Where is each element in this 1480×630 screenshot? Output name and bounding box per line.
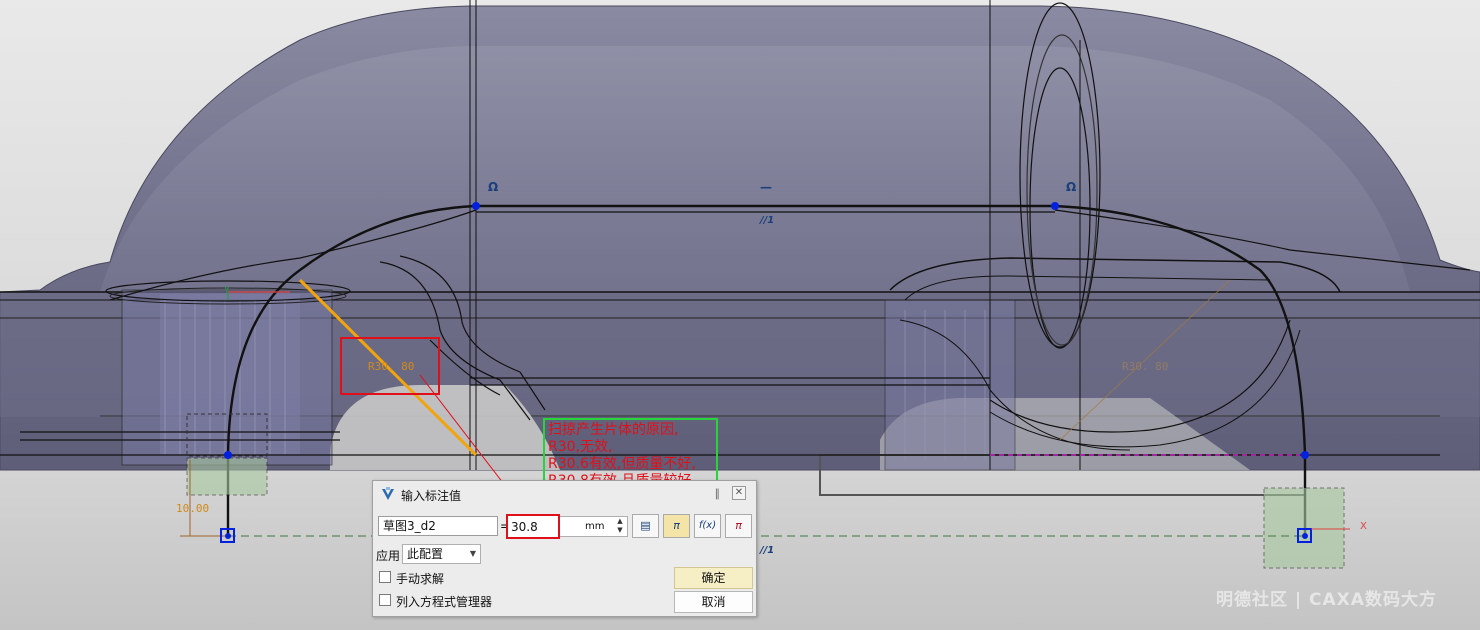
x-axis-label: X — [1360, 521, 1367, 532]
close-icon[interactable]: ✕ — [732, 486, 746, 500]
note-line: R30,无效, — [548, 439, 613, 455]
horizontal-constraint-icon: — — [760, 180, 772, 194]
pin-icon[interactable]: ∥ — [715, 487, 721, 500]
equation-manager-checkbox[interactable] — [379, 594, 391, 606]
dimension-value-input[interactable]: 30.8 — [506, 514, 560, 539]
watermark: 明德社区 | CAXA数码大方 — [1216, 590, 1437, 610]
constant-button[interactable]: π — [725, 514, 752, 538]
apply-config-select[interactable]: 此配置 ▼ — [402, 544, 481, 564]
sketch-point-tangent-left[interactable] — [472, 202, 480, 210]
apply-label: 应用 — [376, 549, 401, 563]
radius-dimension-ghost-label: R30. 80 — [1122, 360, 1169, 373]
origin-box-left — [186, 457, 268, 496]
dialog-titlebar[interactable]: 输入标注值 ∥ ✕ — [373, 481, 756, 507]
parallel-constraint-icon: //1 — [760, 215, 775, 226]
linear-dimension-label[interactable]: 10.00 — [176, 502, 209, 515]
apply-config-value: 此配置 — [407, 547, 444, 561]
radius-dimension-label[interactable]: R30. 80 — [368, 360, 414, 373]
input-dimension-dialog: 输入标注值 ∥ ✕ 草图3_d2 = 30.8 mm ▲▼ ▤ π f(x) π… — [372, 480, 757, 617]
ok-button[interactable]: 确定 — [674, 567, 753, 589]
parallel-constraint-icon-2: //1 — [760, 545, 775, 556]
manual-solve-label: 手动求解 — [396, 572, 445, 586]
variable-button[interactable]: π — [663, 514, 690, 538]
y-axis-label: Y — [224, 286, 230, 296]
value-spinner[interactable]: ▲ ▼ — [613, 517, 627, 536]
dimension-name-field[interactable]: 草图3_d2 — [378, 516, 498, 536]
note-line: R30.6有效,但质量不好, — [548, 456, 696, 472]
sketch-point-right[interactable] — [1301, 451, 1309, 459]
sketch-point-left[interactable] — [224, 451, 232, 459]
note-line: 扫掠产生片体的原因, — [548, 422, 679, 438]
chevron-down-icon: ▼ — [469, 549, 476, 558]
sketch-point-tangent-right[interactable] — [1051, 202, 1059, 210]
table-button[interactable]: ▤ — [632, 514, 659, 538]
cancel-button[interactable]: 取消 — [674, 591, 753, 613]
function-button[interactable]: f(x) — [694, 514, 721, 538]
tangent-constraint-icon-right: Ω — [1066, 180, 1077, 194]
manual-solve-checkbox[interactable] — [379, 571, 391, 583]
model-inner-shell — [100, 46, 1410, 292]
dialog-title: 输入标注值 — [401, 489, 462, 503]
equation-manager-label: 列入方程式管理器 — [396, 595, 493, 609]
tangent-constraint-icon-left: Ω — [488, 180, 499, 194]
dimension-app-icon — [382, 487, 394, 500]
